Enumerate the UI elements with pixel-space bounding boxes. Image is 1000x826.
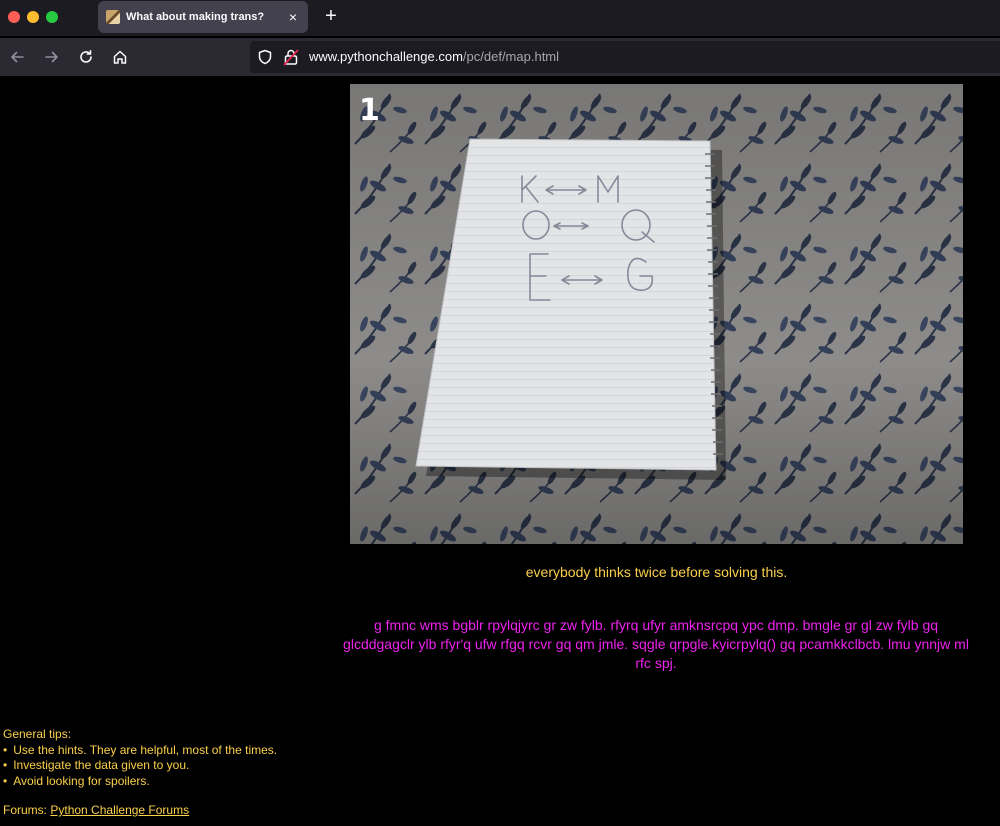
browser-tab[interactable]: What about making trans? ×	[98, 1, 308, 33]
tips-heading: General tips:	[3, 727, 72, 741]
navigation-bar: www.pythonchallenge.com/pc/def/map.html	[0, 38, 1000, 76]
forums-label: Forums:	[3, 803, 48, 817]
back-button[interactable]	[5, 45, 29, 69]
url-text[interactable]: www.pythonchallenge.com/pc/def/map.html	[309, 49, 559, 64]
new-tab-button[interactable]: +	[320, 4, 342, 28]
forums-link[interactable]: Python Challenge Forums	[50, 803, 189, 817]
tip-item: Use the hints. They are helpful, most of…	[3, 743, 333, 759]
tip-item: Avoid looking for spoilers.	[3, 774, 333, 790]
home-icon	[113, 50, 127, 64]
arrow-left-icon	[11, 51, 24, 63]
puzzle-image: 1	[350, 84, 963, 544]
url-path: /pc/def/map.html	[462, 49, 560, 64]
notebook-photo: 1	[350, 84, 963, 544]
tip-item: Investigate the data given to you.	[3, 758, 333, 774]
general-tips: General tips: Use the hints. They are he…	[3, 727, 333, 789]
insecure-lock-icon[interactable]	[283, 48, 299, 66]
tab-bar: What about making trans? × +	[0, 0, 1000, 36]
url-host: www.pythonchallenge.com	[309, 49, 463, 64]
arrow-right-icon	[45, 51, 58, 63]
window-close-button[interactable]	[8, 11, 20, 23]
window-maximize-button[interactable]	[46, 11, 58, 23]
level-number: 1	[359, 93, 380, 128]
tab-title: What about making trans?	[126, 11, 265, 23]
reload-button[interactable]	[74, 45, 98, 69]
home-button[interactable]	[108, 45, 132, 69]
forums-line: Forums: Python Challenge Forums	[3, 803, 189, 817]
cipher-text: g fmnc wms bgblr rpylqjyrc gr zw fylb. r…	[343, 617, 969, 671]
reload-icon	[80, 50, 92, 63]
forward-button[interactable]	[40, 45, 64, 69]
tab-close-icon[interactable]: ×	[286, 9, 300, 25]
window-minimize-button[interactable]	[27, 11, 39, 23]
address-bar[interactable]: www.pythonchallenge.com/pc/def/map.html	[250, 41, 1000, 73]
hint-text: everybody thinks twice before solving th…	[525, 564, 788, 580]
favicon-icon	[106, 10, 120, 24]
shield-icon[interactable]	[257, 49, 273, 65]
tips-list: Use the hints. They are helpful, most of…	[3, 743, 333, 790]
